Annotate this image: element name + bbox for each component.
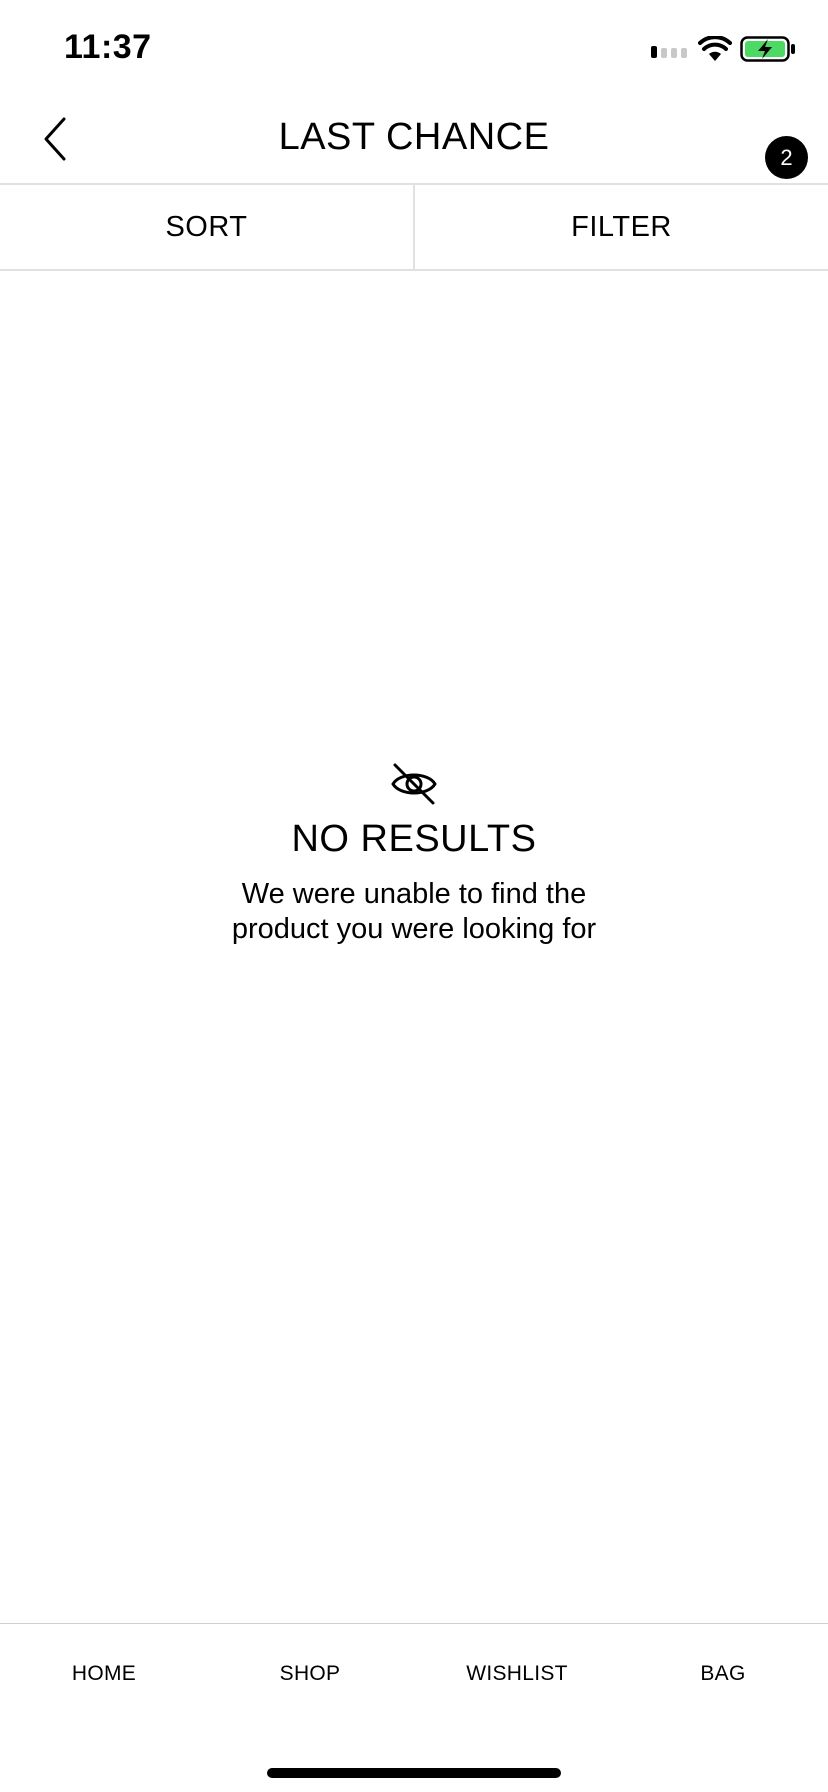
nav-wishlist[interactable]: WISHLIST xyxy=(447,1662,587,1686)
sort-button[interactable]: SORT xyxy=(0,185,413,269)
battery-charging-icon xyxy=(740,36,795,62)
home-indicator xyxy=(267,1768,561,1778)
screen: 11:37 LAST CHANCE 2 SORT FILTER NO RESUL… xyxy=(0,0,828,1792)
empty-message: We were unable to find the product you w… xyxy=(231,878,597,945)
nav-shop[interactable]: SHOP xyxy=(240,1662,380,1686)
signal-icon xyxy=(651,46,687,58)
nav-bag[interactable]: BAG xyxy=(653,1662,793,1686)
eye-slash-icon xyxy=(391,763,437,805)
bottom-nav: HOME SHOP WISHLIST BAG xyxy=(0,1623,828,1792)
empty-title: NO RESULTS xyxy=(291,818,537,860)
wifi-icon xyxy=(698,36,732,61)
empty-state: NO RESULTS We were unable to find the pr… xyxy=(0,762,828,947)
status-time: 11:37 xyxy=(64,28,152,66)
header: LAST CHANCE 2 xyxy=(0,96,828,185)
nav-home[interactable]: HOME xyxy=(34,1662,174,1686)
sort-filter-bar: SORT FILTER xyxy=(0,185,828,271)
page-title: LAST CHANCE xyxy=(278,116,550,158)
status-bar: 11:37 xyxy=(0,0,828,96)
filter-button[interactable]: FILTER xyxy=(413,185,828,269)
notification-badge[interactable]: 2 xyxy=(765,136,808,179)
